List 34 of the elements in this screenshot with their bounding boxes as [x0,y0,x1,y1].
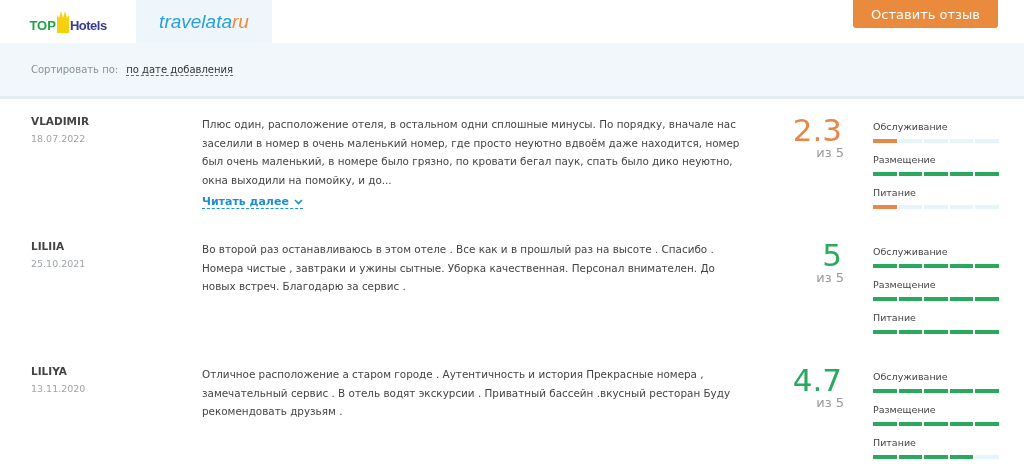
sort-label: Сортировать по: [31,64,119,75]
review-text: Отличное расположение а старом городе . Аутентичность и история Прекрасные номера , замечательный сервис . В отель водят экскурсии . Приватный бассейн .вкусный ресторан Буду рекомендовать друзьям . [202,367,732,420]
score-scale: из 5 [816,270,844,285]
rating-label: Размещение [873,279,936,290]
rating-label: Питание [873,187,916,198]
rating-label: Размещение [873,404,936,415]
rating-label: Обслуживание [873,371,948,382]
score-value: 5 [822,240,842,270]
review-text: Плюс один, расположение отеля, в остальном одни сплошные минусы. По порядку, вначале нас заселили в номер в очень маленький номер, где просто неуютно вдвоём даже находится, номер был очень маленький, в номере было грязно, по кровати бегал паук, спать было дико неуютно, окна выходили на помойку, и до... [202,117,741,188]
rating-label: Размещение [873,154,936,165]
site-tab[interactable]: travelataru [136,0,272,43]
review-text: Во второй раз останавливаюсь в этом отеле . Все как и в прошлый раз на высоте . Спасибо . Номера чистые , завтраки и ужины сытные. Уборка качественная. Персонал внимателен. До новых встреч. Благодарю за сервис . [202,242,716,295]
score-value: 4.7 [792,365,842,395]
rating-label: Обслуживание [873,121,948,132]
rating-label: Питание [873,312,916,323]
score-scale: из 5 [816,145,844,160]
logo-text: TOP [29,17,56,33]
score-value: 2.3 [792,115,842,145]
crown-icon [56,10,69,33]
reviewer-name: VLADIMIR [31,115,89,127]
logo-text: travelataru [159,10,249,33]
chevron-down-icon [293,198,303,205]
reviewer-name: LILIYA [31,365,67,377]
read-more-link[interactable]: Читать далее [202,195,303,210]
score-scale: из 5 [816,395,844,410]
rating-label: Обслуживание [873,246,948,257]
logo-text: Hotels [69,17,107,33]
review-date: 25.10.2021 [31,258,86,269]
sort-option-link[interactable]: по дате добавления [126,63,234,76]
reviewer-name: LILIIA [31,240,65,252]
rating-label: Питание [873,437,916,448]
review-date: 18.07.2022 [31,133,86,144]
leave-review-button[interactable]: Оставить отзыв [853,0,998,28]
review-date: 13.11.2020 [31,383,86,394]
